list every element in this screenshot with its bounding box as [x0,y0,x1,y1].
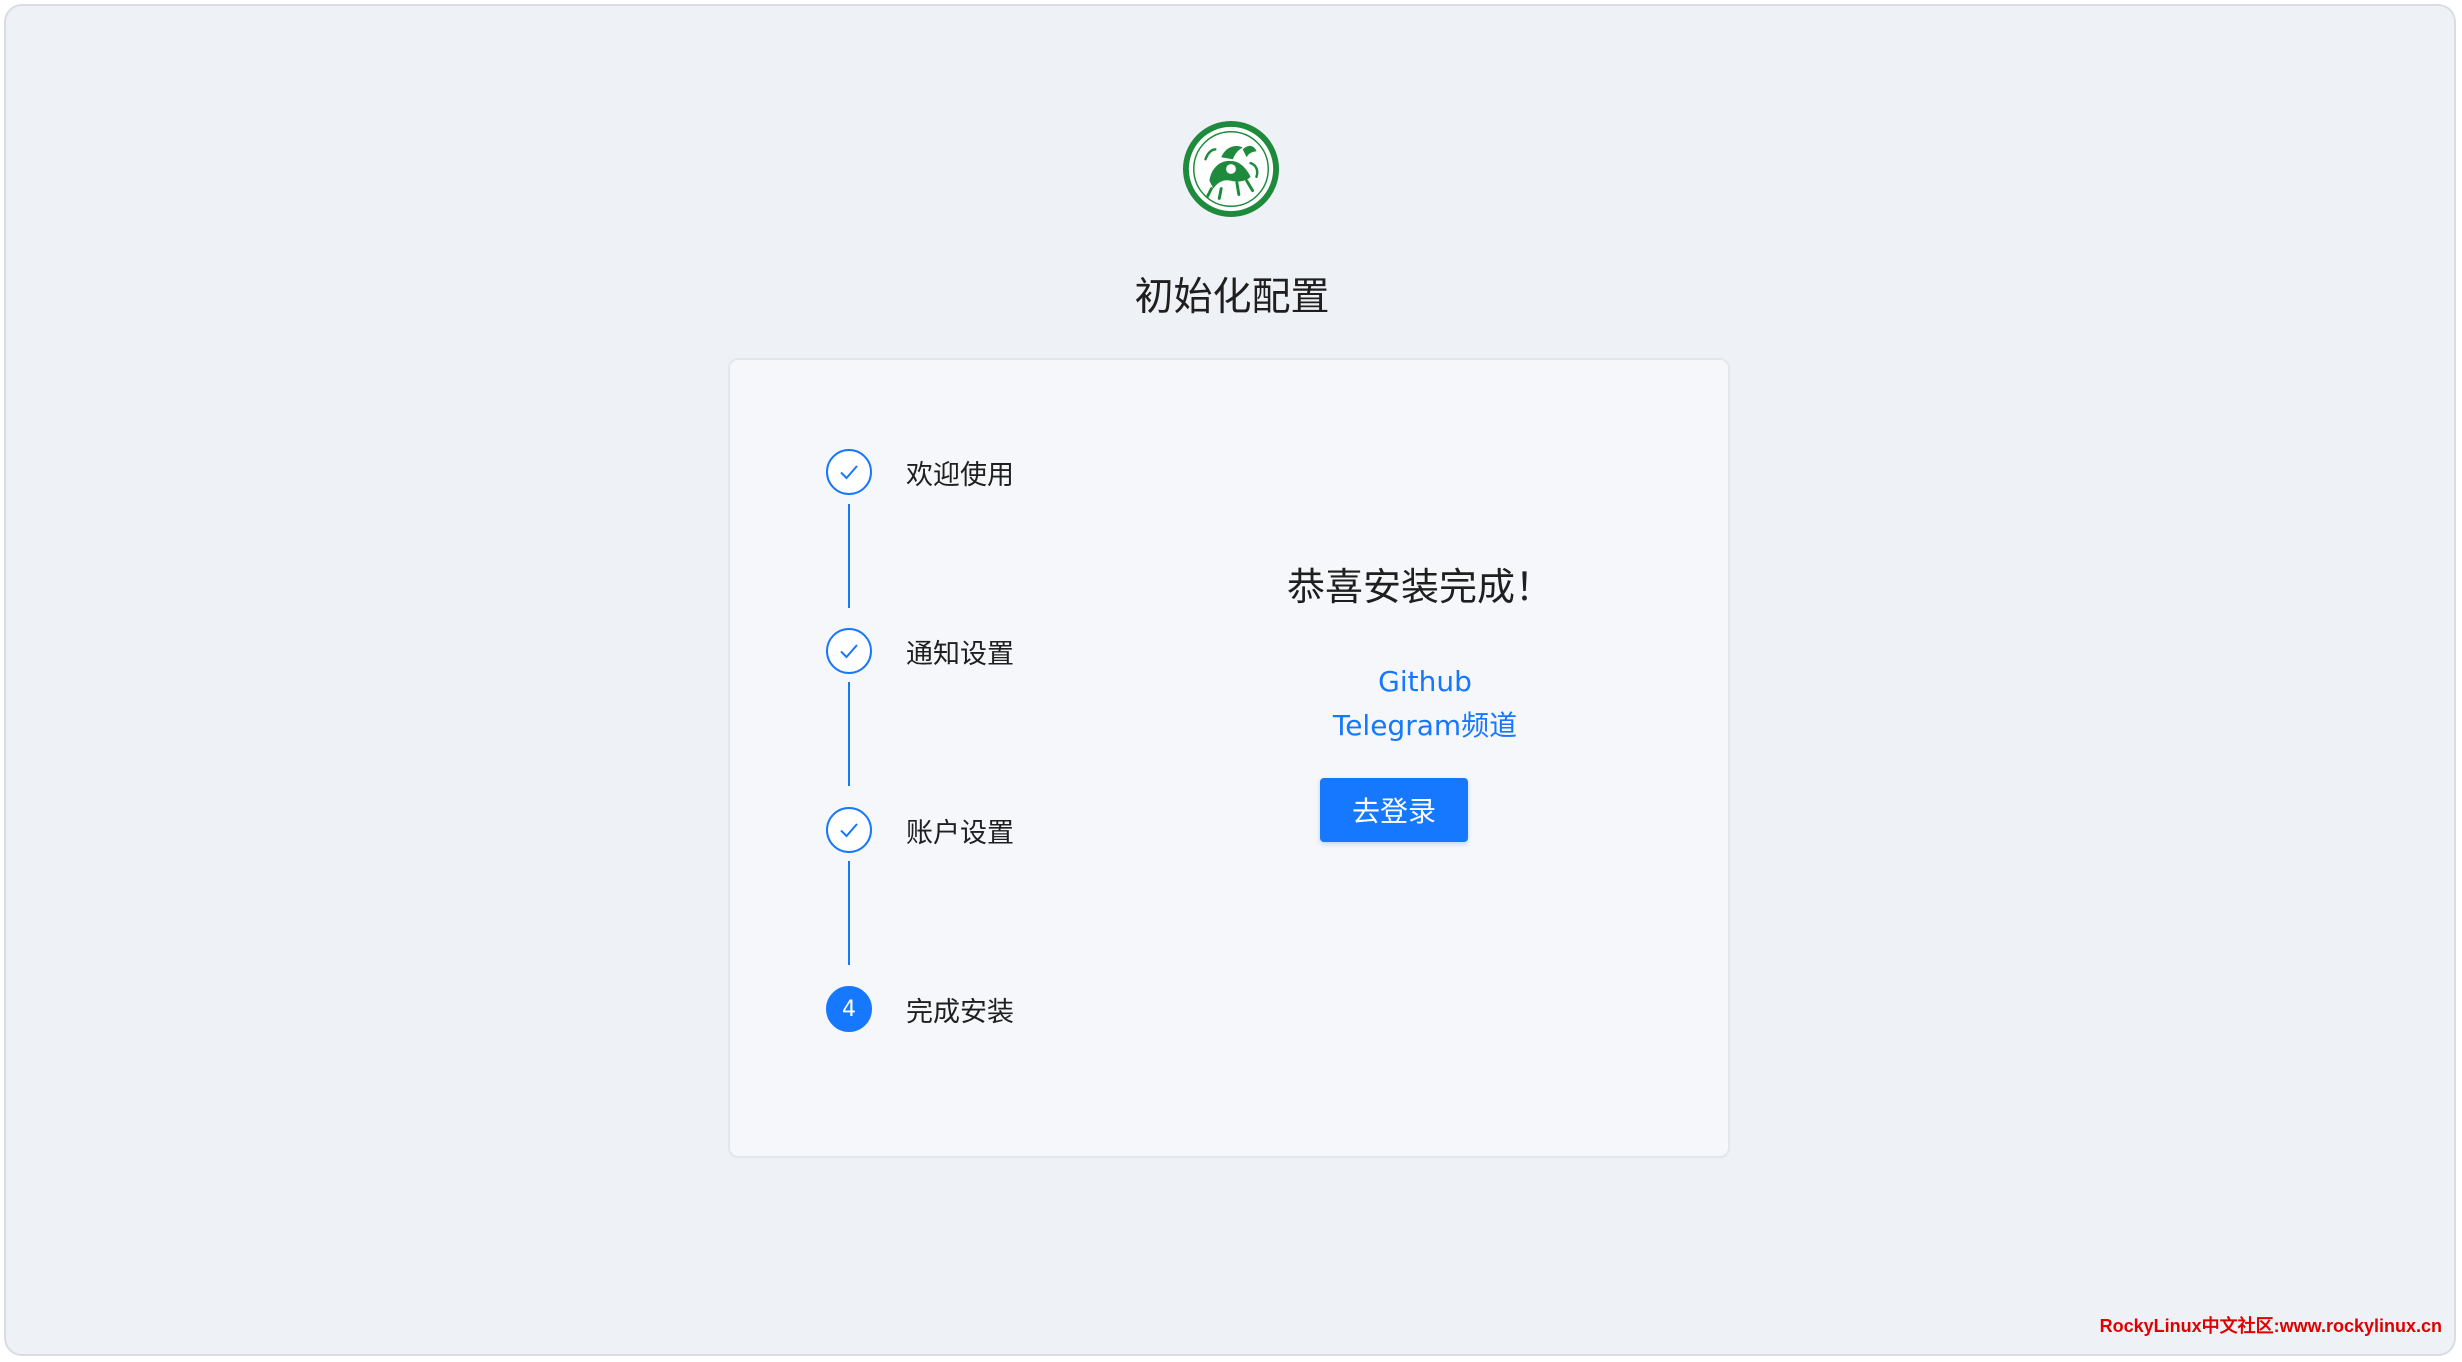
page-title: 初始化配置 [1134,275,1330,320]
telegram-link[interactable]: Telegram频道 [1250,706,1600,746]
step-welcome: 欢迎使用 [826,447,1014,497]
setup-card: 欢迎使用 通知设置 账户设置 4 完成安装 恭喜安装完成！ Github Tel… [728,358,1730,1158]
step-connector [848,504,850,608]
login-button[interactable]: 去登录 [1320,778,1468,842]
step-label: 通知设置 [906,638,1014,670]
check-icon [826,807,872,853]
step-label: 账户设置 [906,817,1014,849]
step-label: 欢迎使用 [906,459,1014,491]
step-connector [848,682,850,786]
step-account: 账户设置 [826,805,1014,855]
step-connector [848,861,850,965]
watermark-text: RockyLinux中文社区:www.rockylinux.cn [2099,1316,2442,1336]
qilin-emblem-icon [1182,120,1280,218]
app-window: 初始化配置 欢迎使用 通知设置 账户设置 4 完成安装 恭喜安装完成！ Gith… [4,4,2456,1356]
check-icon [826,449,872,495]
github-link[interactable]: Github [1250,662,1600,702]
check-icon [826,628,872,674]
step-label: 完成安装 [906,996,1014,1028]
success-title: 恭喜安装完成！ [1286,565,1553,609]
step-notification: 通知设置 [826,626,1014,676]
step-finish: 4 完成安装 [826,984,1014,1034]
step-number-badge: 4 [826,986,872,1032]
